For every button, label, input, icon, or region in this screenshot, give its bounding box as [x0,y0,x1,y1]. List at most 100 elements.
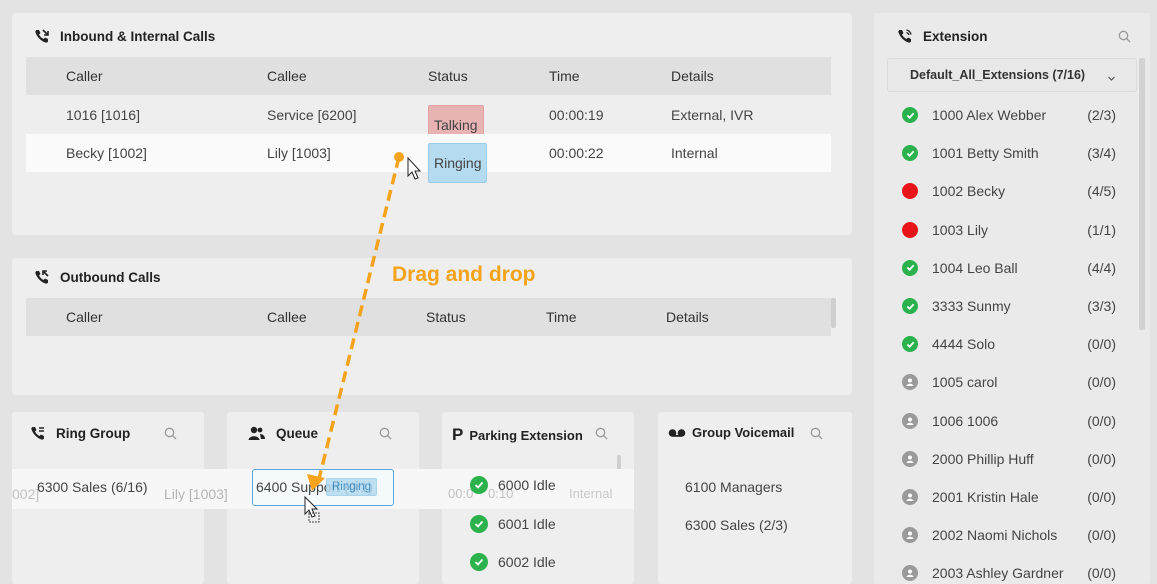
dropdown-value: Default_All_Extensions (7/16) [910,68,1086,82]
caller-cell: 1016 [1016] [66,107,140,123]
extension-count: (3/3) [1087,298,1116,314]
column-time[interactable]: Time [549,57,580,95]
ring-group-icon [30,425,46,441]
table-row[interactable]: Becky [1002] Lily [1003] Ringing 00:00:2… [26,134,831,183]
extension-item[interactable]: 1006 1006 (0/0) [902,402,1132,440]
caller-cell: Becky [1002] [66,145,147,161]
time-cell: 00:00:19 [549,107,604,123]
ring-group-item[interactable]: 6300 Sales (6/16) [37,479,148,495]
column-details[interactable]: Details [666,298,709,336]
extension-count: (0/0) [1087,374,1116,391]
outbound-calls-title: Outbound Calls [34,269,161,285]
queue-label: Queue [276,425,319,441]
queue-icon [248,425,266,441]
column-callee[interactable]: Callee [267,298,307,336]
extension-item[interactable]: 1003 Lily (1/1) [902,211,1132,249]
search-icon[interactable] [1118,30,1131,46]
drag-and-drop-label: Drag and drop [392,263,536,286]
extension-item[interactable]: 1000 Alex Webber (2/3) [902,96,1132,134]
offline-user-icon [902,374,918,391]
extension-item[interactable]: 1001 Betty Smith (3/4) [902,134,1132,172]
extension-name: 2002 Naomi Nichols [932,527,1058,544]
group-voicemail-label: Group Voicemail [692,425,795,440]
parking-item-label: 6002 Idle [498,554,556,570]
check-icon [902,259,918,276]
extension-name: 1003 Lily [932,221,989,238]
extension-item[interactable]: 3333 Sunmy (3/3) [902,287,1132,325]
inbound-call-icon [34,28,50,44]
offline-user-icon [902,527,918,544]
inbound-calls-label: Inbound & Internal Calls [60,28,216,44]
offline-user-icon [902,450,918,467]
extension-phone-icon [897,28,913,44]
extension-name: 2003 Ashley Gardner [932,565,1064,582]
check-icon [902,145,918,162]
column-details[interactable]: Details [671,57,714,95]
drag-ghost-callee: Lily [1003] [164,486,228,502]
check-icon [902,298,918,314]
extension-name: 1000 Alex Webber [932,107,1047,123]
parking-item-label: 6000 Idle [498,477,556,493]
group-voicemail-item[interactable]: 6300 Sales (2/3) [685,517,788,533]
search-icon[interactable] [595,427,608,443]
offline-user-icon [902,565,918,582]
search-icon[interactable] [379,427,392,443]
callee-cell: Lily [1003] [267,145,331,161]
extension-count: (0/0) [1087,527,1116,544]
extension-scrollbar[interactable] [1139,58,1145,330]
extension-item[interactable]: 2001 Kristin Hale (0/0) [902,478,1132,516]
extension-name: 1001 Betty Smith [932,145,1039,162]
extension-label: Extension [923,28,988,44]
extension-name: 4444 Solo [932,336,996,353]
table-row[interactable]: 1016 [1016] Service [6200] Talking 00:00… [26,96,831,145]
column-caller[interactable]: Caller [66,298,103,336]
extension-item[interactable]: 1005 carol (0/0) [902,363,1132,401]
column-status[interactable]: Status [426,298,466,336]
drag-ghost-details: Internal [569,486,613,501]
extension-item[interactable]: 2000 Phillip Huff (0/0) [902,440,1132,478]
time-cell: 00:00:22 [549,145,604,161]
extension-name: 1002 Becky [932,183,1006,200]
column-callee[interactable]: Callee [267,57,307,95]
extension-name: 1004 Leo Ball [932,259,1018,276]
status-badge: Ringing [428,143,488,183]
check-icon [902,107,918,123]
extension-count: (4/5) [1087,183,1116,200]
parking-item-label: 6001 Idle [498,516,556,532]
extension-count: (0/0) [1087,336,1116,353]
group-voicemail-item[interactable]: 6100 Managers [685,479,782,495]
column-caller[interactable]: Caller [66,57,103,95]
extension-item[interactable]: 2002 Naomi Nichols (0/0) [902,516,1132,554]
search-icon[interactable] [810,427,823,443]
parking-item[interactable]: 6002 Idle [470,553,556,571]
check-icon [470,515,488,533]
extension-item[interactable]: 4444 Solo (0/0) [902,325,1132,363]
drag-ghost-status: Ringing [326,478,377,496]
extension-item[interactable]: 1004 Leo Ball (4/4) [902,249,1132,287]
ring-group-label: Ring Group [56,425,131,441]
check-icon [470,553,488,571]
extension-group-dropdown[interactable]: Default_All_Extensions (7/16) [887,58,1137,92]
parking-item[interactable]: 6000 Idle [470,476,556,494]
busy-dot-icon [902,221,918,238]
extension-item[interactable]: 1002 Becky (4/5) [902,172,1132,210]
extension-name: 2000 Phillip Huff [932,450,1034,467]
column-status[interactable]: Status [428,57,468,95]
extension-name: 2001 Kristin Hale [932,489,1039,505]
parking-icon: P [452,425,464,444]
extension-count: (3/4) [1087,145,1116,162]
extension-count: (0/0) [1087,412,1116,429]
column-time[interactable]: Time [546,298,577,336]
outbound-scrollbar[interactable] [831,298,836,328]
extension-name: 1006 1006 [932,412,999,429]
outbound-call-icon [34,269,50,285]
details-cell: External, IVR [671,107,754,123]
details-cell: Internal [671,145,718,161]
search-icon[interactable] [164,427,177,443]
extension-count: (0/0) [1087,489,1116,505]
parking-item[interactable]: 6001 Idle [470,515,556,533]
extension-item[interactable]: 2003 Ashley Gardner (0/0) [902,554,1132,584]
inbound-table-header: Caller Callee Status Time Details [26,57,831,95]
voicemail-icon [668,427,686,439]
extension-count: (0/0) [1087,565,1116,582]
